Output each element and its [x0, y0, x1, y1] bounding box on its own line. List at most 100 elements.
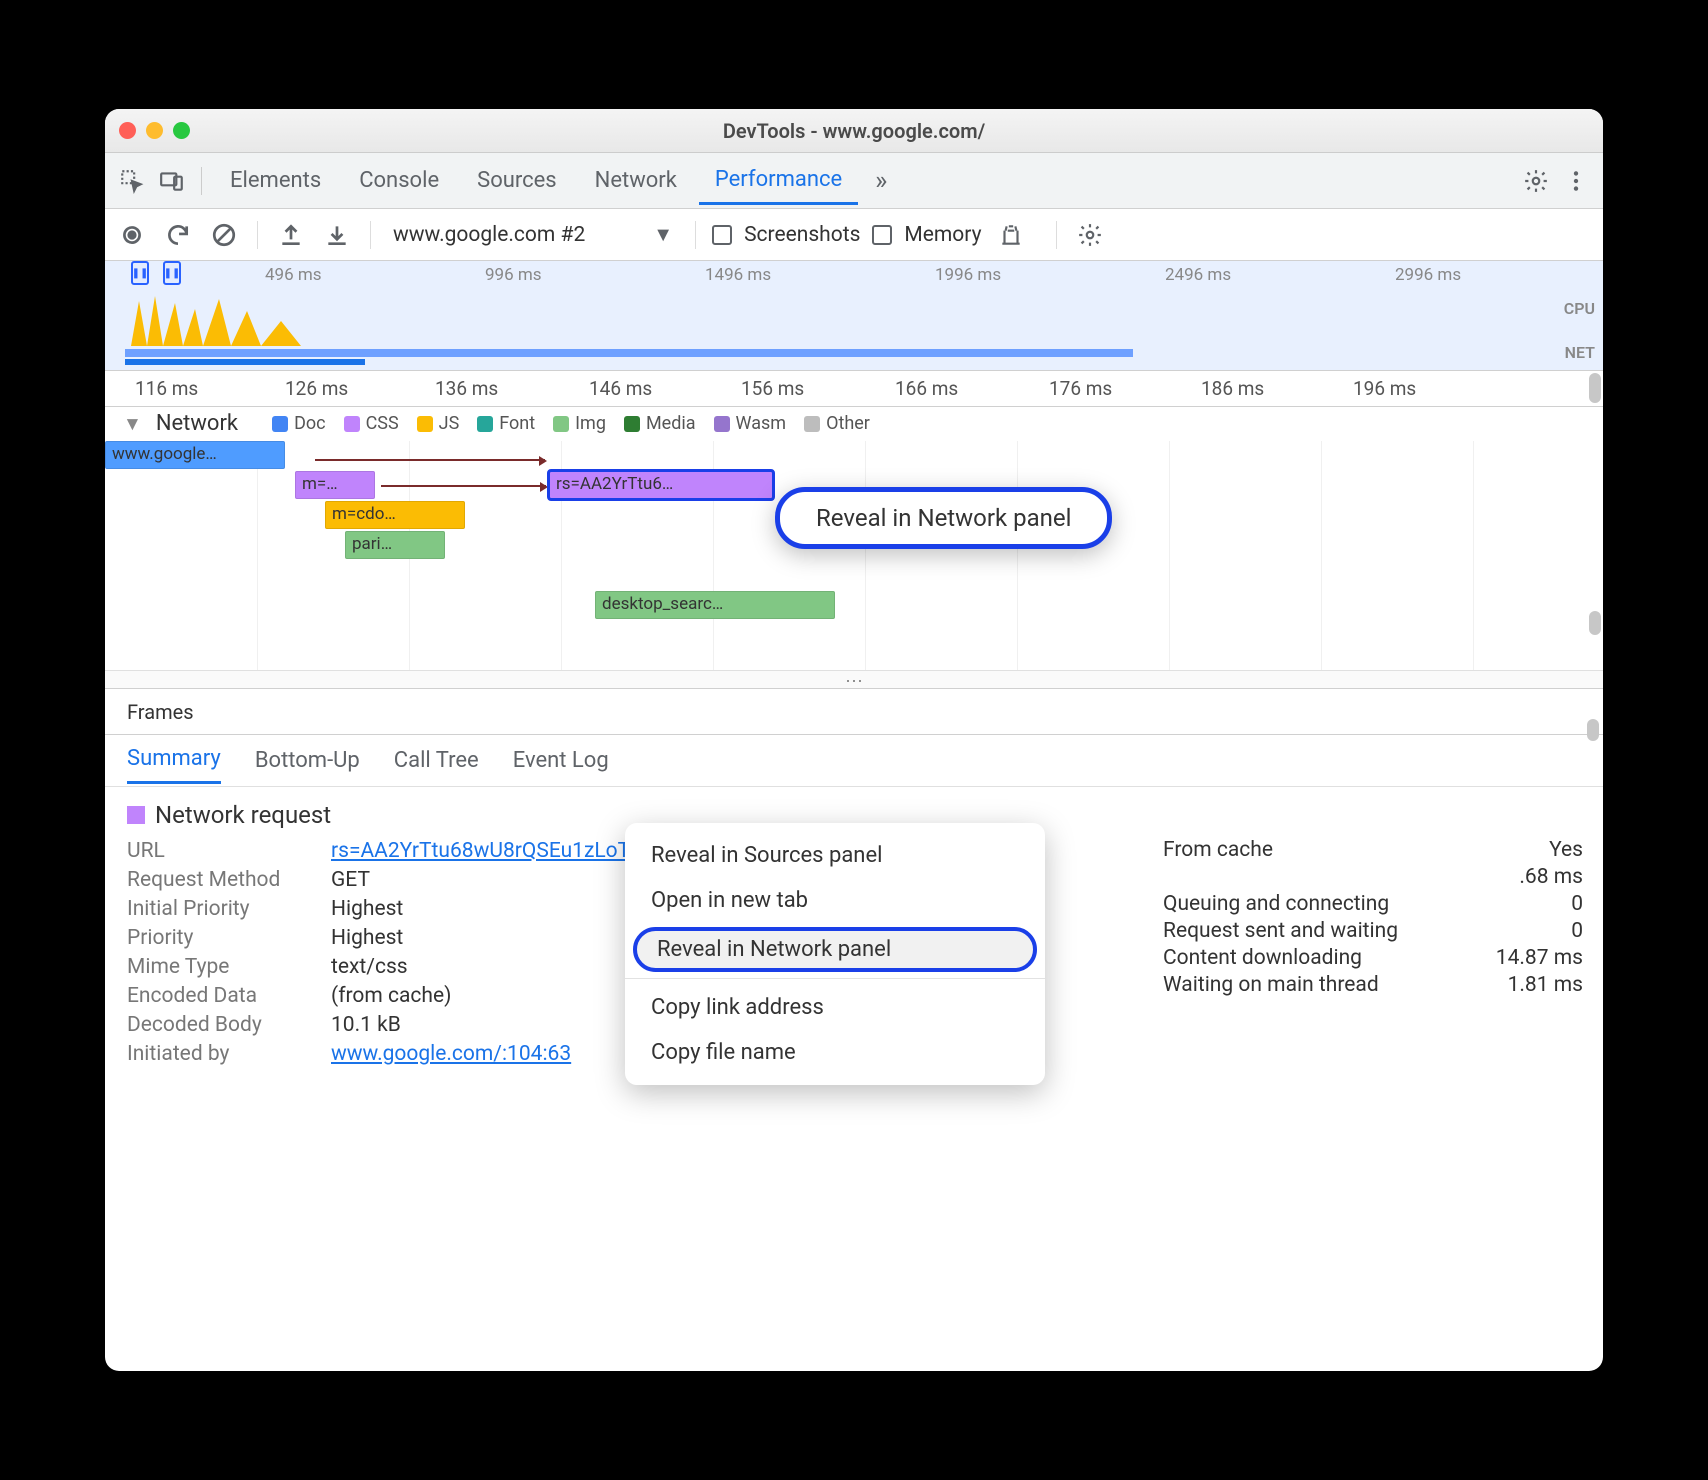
download-icon[interactable] [320, 218, 354, 252]
traffic-lights [119, 122, 190, 139]
context-menu-item[interactable]: Copy file name [625, 1030, 1045, 1075]
initiated-by-label: Initiated by [127, 1042, 317, 1066]
legend-item: Wasm [714, 413, 787, 434]
tab-performance[interactable]: Performance [699, 161, 858, 205]
initiator-arrow [315, 459, 545, 461]
network-track: ▼ Network DocCSSJSFontImgMediaWasmOther … [105, 407, 1603, 671]
thumb[interactable] [1587, 719, 1599, 741]
detail-tab-summary[interactable]: Summary [127, 746, 221, 784]
reveal-tooltip: Reveal in Network panel [775, 487, 1112, 549]
timing-key: Content downloading [1163, 946, 1362, 970]
network-request-bar[interactable]: desktop_searc… [595, 591, 835, 619]
dropdown-icon: ▼ [653, 222, 673, 247]
detail-key: Encoded Data [127, 984, 317, 1008]
tab-console[interactable]: Console [343, 162, 455, 199]
detail-tab-bottomup[interactable]: Bottom-Up [255, 748, 360, 773]
zoom-window-button[interactable] [173, 122, 190, 139]
detail-value: text/css [331, 955, 408, 979]
network-request-bar[interactable]: m=… [295, 471, 375, 499]
titlebar: DevTools - www.google.com/ [105, 109, 1603, 153]
legend-item: Doc [272, 413, 326, 434]
color-swatch [127, 806, 145, 824]
timing-key: Queuing and connecting [1163, 892, 1389, 916]
timing-value: .68 ms [1519, 865, 1583, 889]
tab-sources[interactable]: Sources [461, 162, 573, 199]
devtools-window: DevTools - www.google.com/ Elements Cons… [105, 109, 1603, 1371]
record-icon[interactable] [115, 218, 149, 252]
vertical-scrollbar[interactable] [1589, 611, 1601, 635]
session-selector[interactable]: www.google.com #2 ▼ [387, 220, 679, 249]
timing-key: Waiting on main thread [1163, 973, 1379, 997]
network-track-title: Network [156, 411, 238, 436]
detail-tabs: Summary Bottom-Up Call Tree Event Log [105, 735, 1603, 787]
device-toolbar-icon[interactable] [155, 164, 189, 198]
timing-value: 0 [1571, 919, 1583, 943]
context-menu-item[interactable]: Reveal in Network panel [633, 927, 1037, 972]
tab-network[interactable]: Network [579, 162, 693, 199]
detail-key: Request Method [127, 868, 317, 892]
cpu-label: CPU [1564, 299, 1595, 318]
timing-column: From cache Yes .68 ms Queuing and connectin… [1163, 835, 1583, 1000]
detail-key: Initial Priority [127, 897, 317, 921]
overview-ticks: 496 ms 996 ms 1496 ms 1996 ms 2496 ms 29… [105, 265, 1603, 287]
timing-key: From cache [1163, 838, 1273, 862]
detail-key: Decoded Body [127, 1013, 317, 1037]
net-strip-mini-2 [125, 359, 365, 365]
frames-track-header[interactable]: Frames [105, 689, 1603, 735]
network-request-bar[interactable]: rs=AA2YrTtu6… [549, 471, 773, 499]
legend-item: CSS [344, 413, 399, 434]
detail-key: Priority [127, 926, 317, 950]
screenshots-checkbox[interactable] [712, 225, 732, 245]
memory-label: Memory [904, 223, 981, 247]
garbage-collect-icon[interactable] [994, 218, 1028, 252]
detail-value: (from cache) [331, 984, 451, 1008]
tooltip-text: Reveal in Network panel [796, 500, 1091, 536]
settings-gear-icon[interactable] [1073, 218, 1107, 252]
track-resizer[interactable]: ⋯ [105, 671, 1603, 689]
collapse-icon[interactable]: ▼ [123, 412, 142, 436]
network-request-bar[interactable]: pari… [345, 531, 445, 559]
initiator-arrow [381, 485, 546, 487]
tab-elements[interactable]: Elements [214, 162, 337, 199]
network-request-bar[interactable]: m=cdo… [325, 501, 465, 529]
context-menu: Reveal in Sources panelOpen in new tabRe… [625, 823, 1045, 1085]
detail-value: Highest [331, 897, 403, 921]
timeline-overview[interactable]: ❚❚ ❚❚ 496 ms 996 ms 1496 ms 1996 ms 2496… [105, 261, 1603, 371]
minimize-window-button[interactable] [146, 122, 163, 139]
upload-icon[interactable] [274, 218, 308, 252]
legend-item: Other [804, 413, 870, 434]
reload-icon[interactable] [161, 218, 195, 252]
legend-item: Font [477, 413, 535, 434]
detail-tab-calltree[interactable]: Call Tree [394, 748, 479, 773]
net-strip-mini [125, 349, 1133, 357]
detail-value: GET [331, 868, 370, 892]
performance-toolbar: www.google.com #2 ▼ Screenshots Memory [105, 209, 1603, 261]
settings-gear-icon[interactable] [1519, 164, 1553, 198]
initiated-by-link[interactable]: www.google.com/:104:63 [331, 1042, 571, 1066]
detail-value: 10.1 kB [331, 1013, 401, 1037]
timeline-ruler: 116 ms 126 ms 136 ms 146 ms 156 ms 166 m… [105, 371, 1603, 407]
panel-tabbar: Elements Console Sources Network Perform… [105, 153, 1603, 209]
legend-item: Media [624, 413, 696, 434]
timing-value: 14.87 ms [1496, 946, 1583, 970]
screenshots-label: Screenshots [744, 223, 860, 247]
summary-panel: Network request URLrs=AA2YrTtu68wU8rQSEu… [105, 787, 1603, 1085]
timing-value: Yes [1549, 838, 1583, 862]
memory-checkbox[interactable] [872, 225, 892, 245]
context-menu-item[interactable]: Copy link address [625, 985, 1045, 1030]
network-request-bar[interactable]: www.google… [105, 441, 285, 469]
detail-tab-eventlog[interactable]: Event Log [513, 748, 609, 773]
horizontal-scrollbar[interactable] [1589, 373, 1601, 403]
inspect-element-icon[interactable] [115, 164, 149, 198]
timing-key: Request sent and waiting [1163, 919, 1398, 943]
close-window-button[interactable] [119, 122, 136, 139]
kebab-menu-icon[interactable] [1559, 164, 1593, 198]
detail-value: Highest [331, 926, 403, 950]
legend-item: Img [553, 413, 606, 434]
clear-icon[interactable] [207, 218, 241, 252]
more-tabs-icon[interactable]: » [864, 164, 898, 198]
context-menu-item[interactable]: Open in new tab [625, 878, 1045, 923]
url-label: URL [127, 839, 317, 863]
context-menu-item[interactable]: Reveal in Sources panel [625, 833, 1045, 878]
network-track-body[interactable]: www.google… m=… rs=AA2YrTtu6… m=cdo…pari… de… [105, 441, 1603, 671]
